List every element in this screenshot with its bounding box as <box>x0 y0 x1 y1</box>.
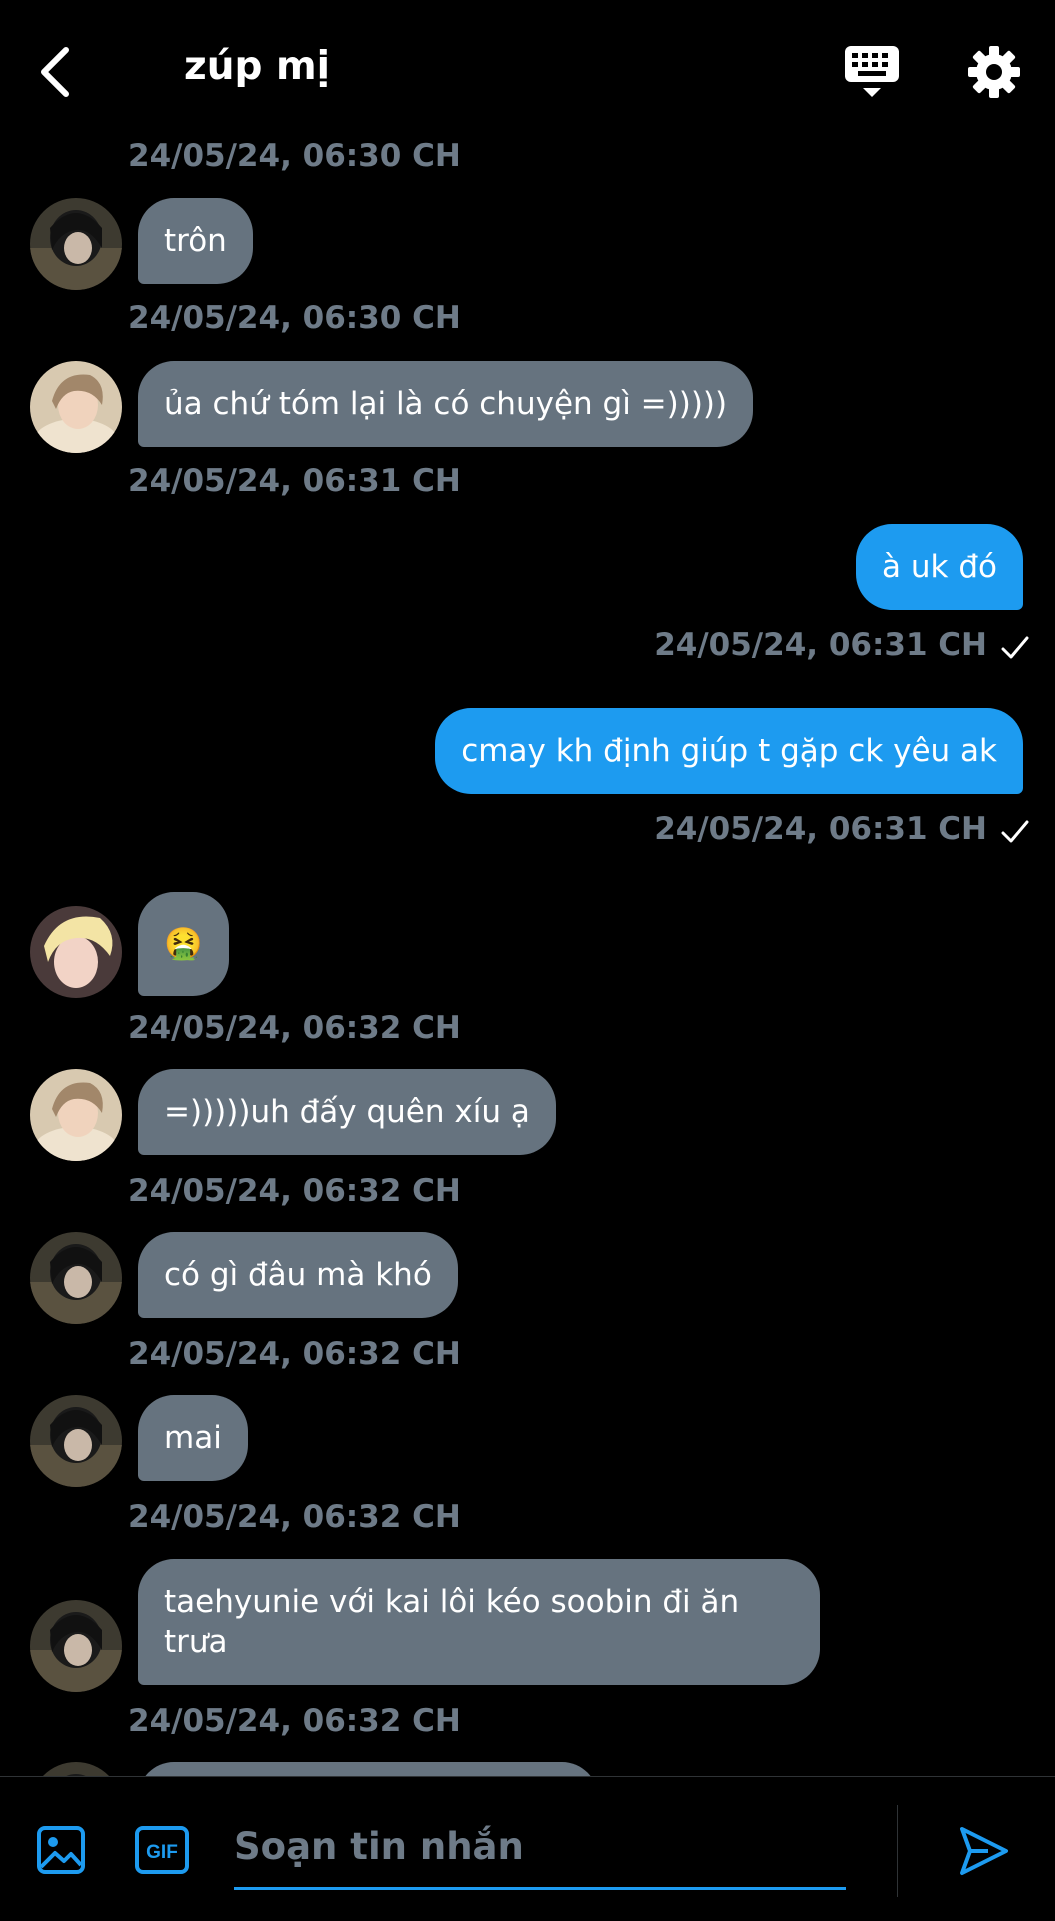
avatar[interactable] <box>30 1762 122 1776</box>
message-bubble-outgoing[interactable]: à uk đó <box>856 524 1023 610</box>
message-bubble[interactable]: =)))))uh đấy quên xíu ạ <box>138 1069 556 1155</box>
message-bubble[interactable]: 🤮 <box>138 892 229 996</box>
checkmark-icon <box>1001 820 1029 843</box>
message-bubble[interactable]: taehyunie với kai lôi kéo soobin đi ăn t… <box>138 1559 820 1685</box>
send-button[interactable] <box>958 1825 1010 1877</box>
message-bubble[interactable]: trôn <box>138 198 253 284</box>
avatar[interactable] <box>30 198 122 290</box>
timestamp: 24/05/24, 06:30 CH <box>128 300 461 336</box>
timestamp: 24/05/24, 06:32 CH <box>128 1173 461 1209</box>
avatar[interactable] <box>30 1232 122 1324</box>
svg-text:GIF: GIF <box>146 1842 178 1863</box>
send-icon <box>960 1827 1008 1875</box>
message-input[interactable]: Soạn tin nhắn <box>234 1807 846 1890</box>
message-bubble[interactable]: có gì đâu mà khó <box>138 1232 458 1318</box>
timestamp: 24/05/24, 06:30 CH <box>128 138 461 174</box>
timestamp: 24/05/24, 06:31 CH <box>128 463 461 499</box>
message-list[interactable]: 24/05/24, 06:30 CH trôn 24/05/24, 06:30 … <box>0 0 1055 1776</box>
message-composer: GIF Soạn tin nhắn <box>0 1776 1055 1921</box>
message-bubble[interactable]: mai <box>138 1395 248 1481</box>
message-bubble-outgoing[interactable]: cmay kh định giúp t gặp ck yêu ak <box>435 708 1023 794</box>
timestamp: 24/05/24, 06:31 CH <box>654 627 987 663</box>
timestamp: 24/05/24, 06:32 CH <box>128 1703 461 1739</box>
message-bubble[interactable] <box>138 1762 598 1776</box>
avatar[interactable] <box>30 906 122 998</box>
divider <box>897 1805 898 1897</box>
gif-icon: GIF <box>135 1826 189 1874</box>
timestamp: 24/05/24, 06:32 CH <box>128 1499 461 1535</box>
checkmark-icon <box>1001 636 1029 659</box>
avatar[interactable] <box>30 361 122 453</box>
add-gif-button[interactable]: GIF <box>134 1825 190 1875</box>
timestamp: 24/05/24, 06:32 CH <box>128 1010 461 1046</box>
image-icon <box>37 1826 85 1874</box>
avatar[interactable] <box>30 1069 122 1161</box>
message-bubble[interactable]: ủa chứ tóm lại là có chuyện gì =))))) <box>138 361 754 447</box>
avatar[interactable] <box>30 1395 122 1487</box>
timestamp: 24/05/24, 06:31 CH <box>654 811 987 847</box>
timestamp: 24/05/24, 06:32 CH <box>128 1336 461 1372</box>
add-image-button[interactable] <box>36 1825 86 1875</box>
avatar[interactable] <box>30 1600 122 1692</box>
